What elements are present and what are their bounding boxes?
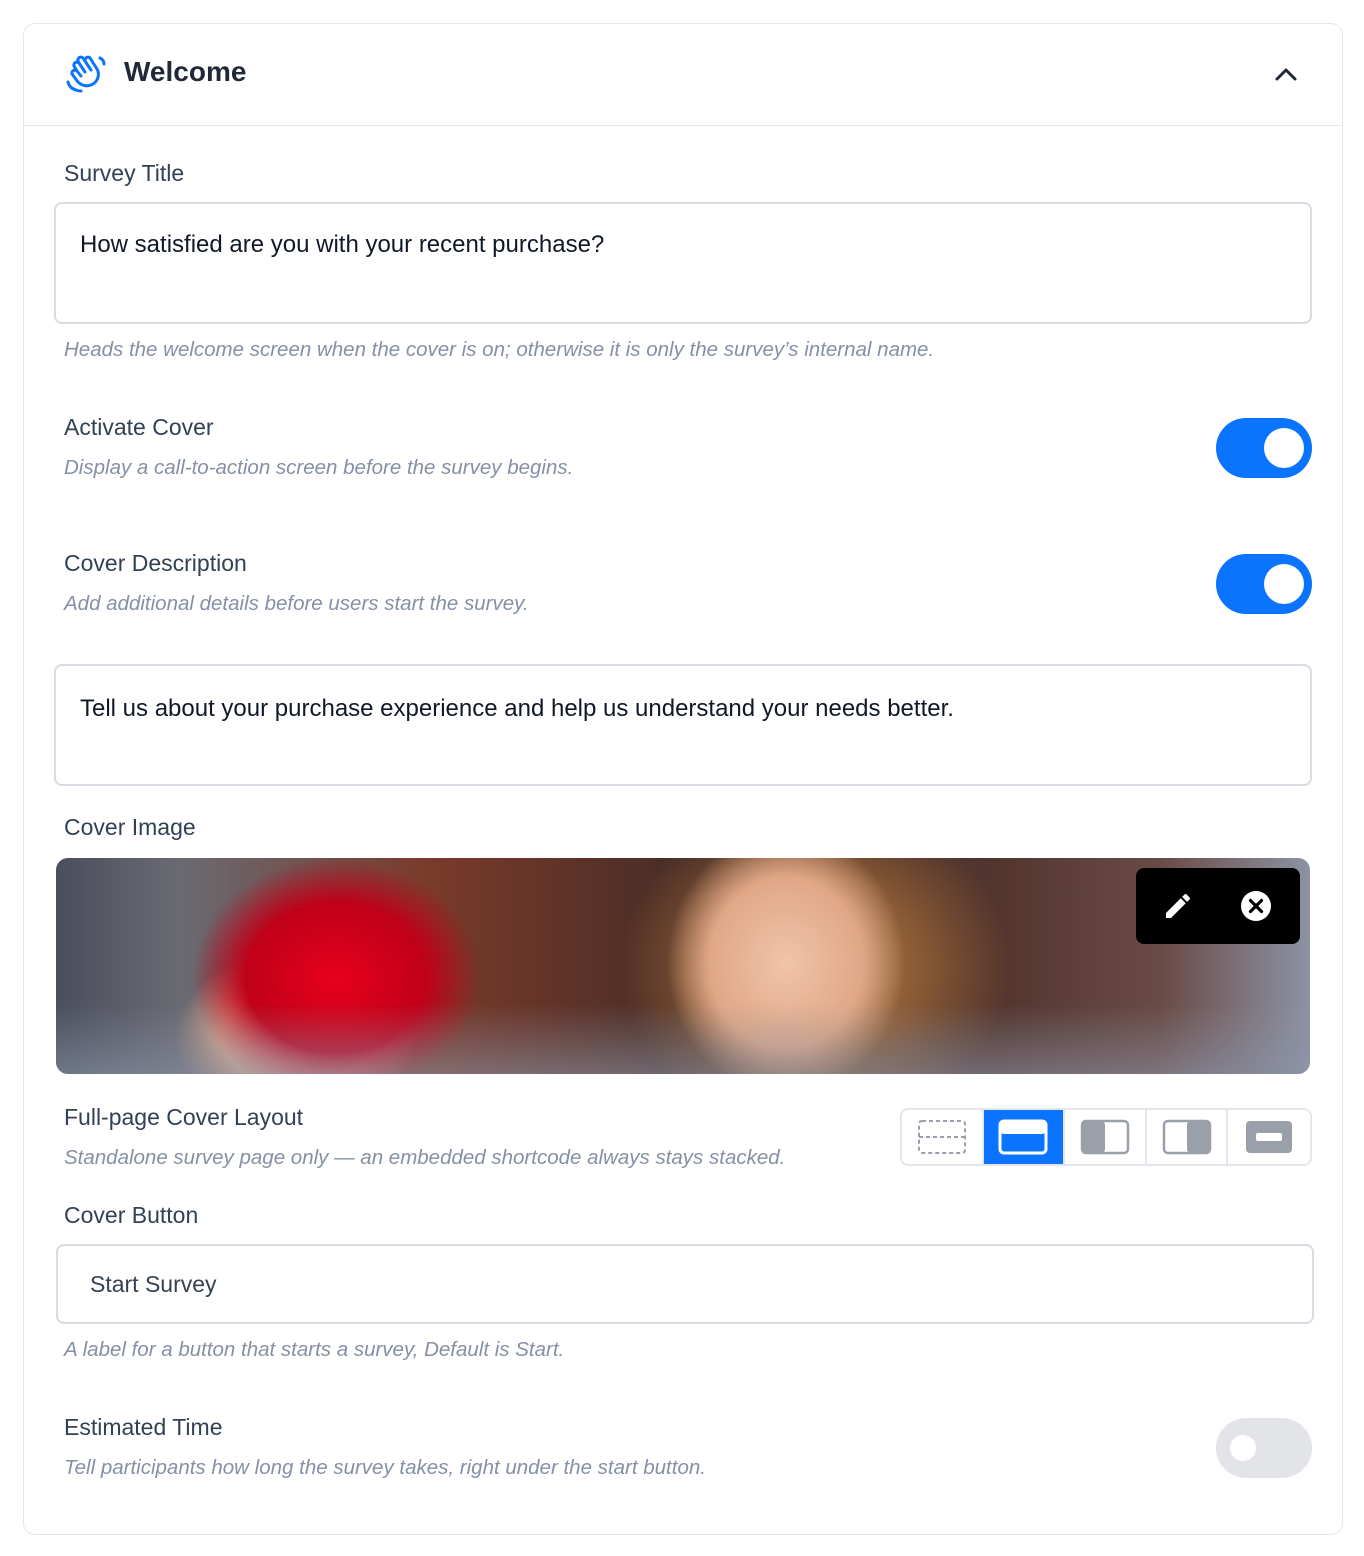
stacked-layout-icon — [998, 1119, 1048, 1155]
estimated-time-toggle[interactable] — [1216, 1418, 1312, 1478]
cover-description-input[interactable]: Tell us about your purchase experience a… — [54, 664, 1312, 786]
cover-button-help: A label for a button that starts a surve… — [64, 1338, 565, 1361]
toggle-knob — [1264, 564, 1304, 604]
survey-title-input[interactable]: How satisfied are you with your recent p… — [54, 202, 1312, 324]
waving-hand-icon — [66, 55, 106, 93]
survey-title-help: Heads the welcome screen when the cover … — [64, 338, 935, 361]
cover-description-toggle[interactable] — [1216, 554, 1312, 614]
edit-image-button[interactable] — [1160, 888, 1196, 924]
cover-image — [56, 858, 1310, 1074]
cover-description-label: Cover Description — [64, 550, 247, 576]
activate-cover-toggle[interactable] — [1216, 418, 1312, 478]
banner-layout-icon — [1246, 1121, 1293, 1153]
estimated-time-help: Tell participants how long the survey ta… — [64, 1456, 706, 1479]
cover-layout-help: Standalone survey page only — an embedde… — [64, 1146, 786, 1169]
cover-layout-label: Full-page Cover Layout — [64, 1104, 304, 1130]
image-shade — [56, 1004, 1310, 1074]
cover-description-help: Add additional details before users star… — [64, 592, 529, 615]
panel-header[interactable]: Welcome — [24, 24, 1342, 126]
estimated-time-label: Estimated Time — [64, 1414, 223, 1440]
panel-title: Welcome — [124, 56, 247, 87]
left-image-layout-icon — [1080, 1119, 1130, 1155]
layout-option-none[interactable] — [902, 1110, 984, 1164]
survey-title-label: Survey Title — [64, 160, 185, 186]
chevron-up-icon — [1275, 68, 1297, 81]
layout-option-banner[interactable] — [1228, 1110, 1310, 1164]
close-circle-icon — [1241, 891, 1271, 921]
right-image-layout-icon — [1162, 1119, 1211, 1155]
cover-layout-selector — [900, 1108, 1312, 1166]
pencil-icon — [1166, 893, 1191, 918]
collapse-button[interactable] — [1270, 58, 1302, 90]
no-cover-layout-icon — [917, 1120, 966, 1154]
toggle-knob — [1230, 1435, 1256, 1461]
layout-option-left-image[interactable] — [1065, 1110, 1147, 1164]
activate-cover-label: Activate Cover — [64, 414, 214, 440]
cover-image-label: Cover Image — [64, 814, 196, 840]
cover-button-input[interactable]: Start Survey — [56, 1244, 1314, 1324]
cover-button-label: Cover Button — [64, 1202, 199, 1228]
remove-image-button[interactable] — [1238, 888, 1274, 924]
layout-option-right-image[interactable] — [1147, 1110, 1229, 1164]
activate-cover-help: Display a call-to-action screen before t… — [64, 456, 574, 479]
toggle-knob — [1264, 428, 1304, 468]
layout-option-stacked[interactable] — [983, 1110, 1066, 1164]
image-actions-toolbar — [1136, 868, 1300, 944]
